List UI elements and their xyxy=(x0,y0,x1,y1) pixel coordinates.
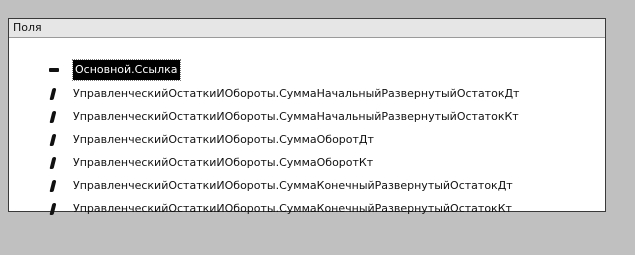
field-item[interactable]: УправленческийОстаткиИОбороты.СуммаНачал… xyxy=(47,107,519,127)
field-item[interactable]: УправленческийОстаткиИОбороты.СуммаНачал… xyxy=(47,84,519,104)
fields-panel: Поля Основной.Ссылка УправленческийОстат… xyxy=(8,18,606,215)
field-label: УправленческийОстаткиИОбороты.СуммаКонеч… xyxy=(73,179,513,192)
field-label: УправленческийОстаткиИОбороты.СуммаОборо… xyxy=(73,156,374,169)
feather-icon xyxy=(47,153,63,173)
feather-icon xyxy=(47,176,63,196)
field-item[interactable]: УправленческийОстаткиИОбороты.СуммаОборо… xyxy=(47,130,374,150)
panel-header: Поля xyxy=(9,19,605,38)
field-item[interactable]: УправленческийОстаткиИОбороты.СуммаОборо… xyxy=(47,153,373,173)
field-item-main-link[interactable]: Основной.Ссылка xyxy=(47,59,181,81)
feather-icon xyxy=(47,199,63,219)
feather-icon xyxy=(47,84,63,104)
field-item[interactable]: УправленческийОстаткиИОбороты.СуммаКонеч… xyxy=(47,199,512,219)
field-label: УправленческийОстаткиИОбороты.СуммаНачал… xyxy=(73,110,519,123)
field-label: УправленческийОстаткиИОбороты.СуммаНачал… xyxy=(73,87,520,100)
feather-icon xyxy=(47,130,63,150)
field-item[interactable]: УправленческийОстаткиИОбороты.СуммаКонеч… xyxy=(47,176,513,196)
field-label: Основной.Ссылка xyxy=(72,59,181,81)
feather-icon xyxy=(47,107,63,127)
field-label: УправленческийОстаткиИОбороты.СуммаОборо… xyxy=(73,133,374,146)
dash-icon xyxy=(47,60,63,80)
field-label: УправленческийОстаткиИОбороты.СуммаКонеч… xyxy=(73,202,512,215)
